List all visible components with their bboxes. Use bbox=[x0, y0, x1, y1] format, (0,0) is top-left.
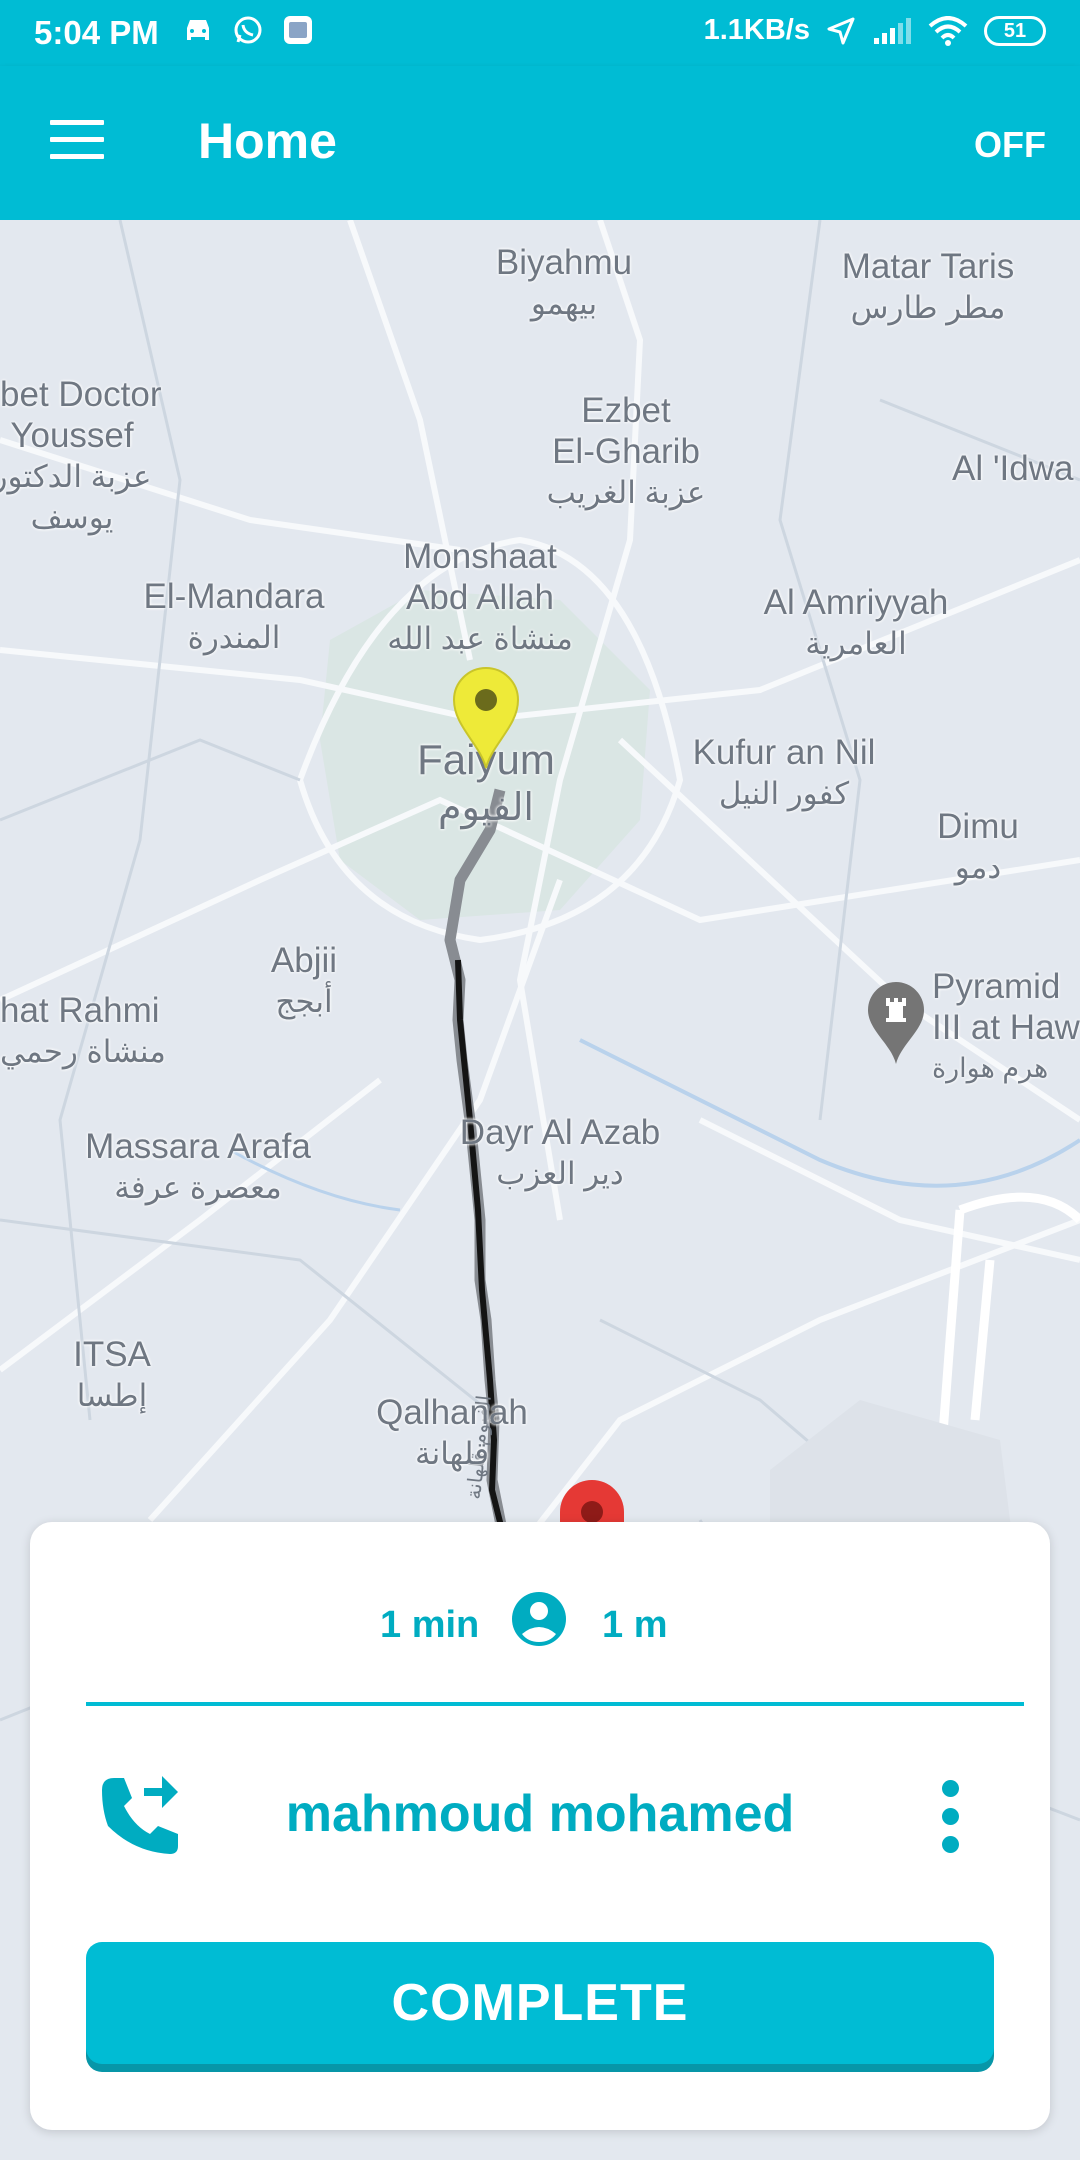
map-label-ezbet-el-gharib: Ezbet El-Gharib عزبة الغريب bbox=[546, 391, 706, 510]
app-bar: Home OFF bbox=[0, 66, 1080, 220]
trip-card: 1 min 1 m mahmoud mohamed COMPLETE bbox=[30, 1522, 1050, 2130]
battery-level: 51 bbox=[1003, 19, 1027, 42]
complete-button[interactable]: COMPLETE bbox=[86, 1942, 994, 2064]
map-label-qalhanah: Qalhanah قلهانة bbox=[376, 1393, 528, 1471]
map-label-itsa: ITSA إطسا bbox=[73, 1335, 151, 1413]
account-circle-icon bbox=[512, 1592, 566, 1646]
more-vert-icon[interactable] bbox=[928, 1780, 972, 1860]
status-right: 1.1KB/s 51 bbox=[704, 14, 1046, 47]
battery-icon: 51 bbox=[984, 15, 1046, 46]
map-label-ezbet-doctor-youssef: zbet Doctor Youssef عزبة الدكتور يوسف bbox=[0, 375, 162, 535]
map-label-abjii: Abjii أبجج bbox=[270, 941, 338, 1019]
status-time: 5:04 PM bbox=[34, 14, 159, 51]
car-icon bbox=[187, 20, 209, 40]
signal-icon bbox=[874, 17, 911, 44]
map-label-matar-taris: Matar Taris مطر طارس bbox=[841, 247, 1015, 325]
app-notification-icon bbox=[284, 16, 312, 44]
customer-name: mahmoud mohamed bbox=[285, 1785, 795, 1843]
map-label-biyahmu: Biyahmu بيهمو bbox=[495, 243, 633, 321]
online-toggle-button[interactable]: OFF bbox=[974, 124, 1046, 166]
pyramid-landmark-icon[interactable] bbox=[866, 982, 926, 1066]
yellow-pin-icon[interactable] bbox=[450, 666, 522, 770]
whatsapp-icon bbox=[234, 16, 262, 44]
eta-row: 1 min 1 m bbox=[30, 1590, 1050, 1662]
map-label-monshaat-abd-allah: Monshaat Abd Allah منشاة عبد الله bbox=[387, 537, 573, 656]
eta-time: 1 min bbox=[380, 1604, 480, 1646]
map-label-kufur-an-nil: Kufur an Nil كفور النيل bbox=[692, 733, 876, 811]
status-bar: 5:04 PM 1.1KB/s 51 bbox=[0, 0, 1080, 66]
map-label-dayr-al-azab: Dayr Al Azab دير العزب bbox=[459, 1113, 661, 1191]
page-title: Home bbox=[198, 113, 337, 169]
map-label-monshaat-rahmi: hat Rahmi منشاة رحمي bbox=[0, 991, 166, 1069]
eta-distance: 1 m bbox=[602, 1604, 668, 1646]
map-label-el-mandara: El-Mandara المندرة bbox=[143, 577, 325, 655]
map-label-dimu: Dimu دمو bbox=[937, 807, 1019, 885]
map-label-al-idwa: Al 'Idwa bbox=[952, 449, 1074, 488]
map-label-al-amriyyah: Al Amriyyah العامرية bbox=[763, 583, 949, 661]
map-label-pyramid-hawara: Pyramid III at Haw هرم هوارة bbox=[932, 967, 1080, 1083]
network-speed: 1.1KB/s bbox=[703, 14, 810, 46]
hamburger-menu-icon[interactable] bbox=[50, 120, 104, 164]
wifi-icon bbox=[928, 15, 968, 46]
location-arrow-icon bbox=[827, 17, 855, 44]
card-divider bbox=[86, 1702, 1024, 1706]
notification-icons bbox=[182, 14, 314, 46]
map-label-massara-arafa: Massara Arafa معصرة عرفة bbox=[85, 1127, 311, 1205]
